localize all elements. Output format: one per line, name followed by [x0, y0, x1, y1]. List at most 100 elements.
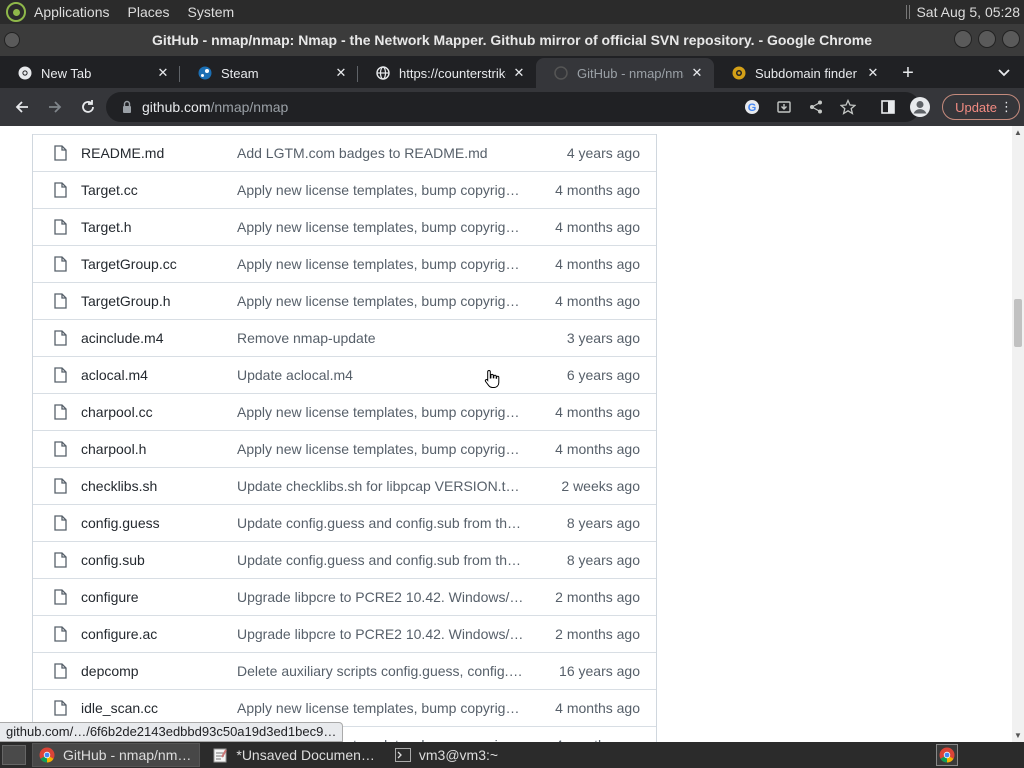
scroll-down-icon[interactable]: ▼: [1014, 731, 1022, 740]
tray-chrome-icon[interactable]: [936, 744, 958, 766]
commit-message-link[interactable]: Delete auxiliary scripts config.guess, c…: [237, 663, 527, 679]
scroll-up-icon[interactable]: ▲: [1014, 128, 1022, 137]
google-lens-icon[interactable]: G: [736, 92, 768, 122]
forward-button[interactable]: [39, 91, 71, 123]
commit-age: 8 years ago: [566, 552, 640, 568]
file-icon: [54, 256, 67, 272]
tab-new-tab[interactable]: New Tab ✕: [0, 58, 180, 88]
minimize-button[interactable]: [954, 30, 972, 48]
clock[interactable]: Sat Aug 5, 05:28: [916, 4, 1020, 20]
commit-message-link[interactable]: Apply new license templates, bump copyri…: [237, 293, 527, 309]
tab-search-button[interactable]: [984, 58, 1024, 88]
tab-close-icon[interactable]: ✕: [156, 65, 170, 81]
side-panel-icon[interactable]: [872, 92, 904, 122]
file-icon: [54, 367, 67, 383]
maximize-button[interactable]: [978, 30, 996, 48]
url-text[interactable]: github.com/nmap/nmap: [142, 99, 288, 115]
menu-applications[interactable]: Applications: [34, 4, 110, 20]
file-name-link[interactable]: configure: [81, 589, 237, 605]
github-icon: [554, 66, 568, 80]
close-window-button[interactable]: [1002, 30, 1020, 48]
file-name-link[interactable]: TargetGroup.cc: [81, 256, 237, 272]
commit-message-link[interactable]: Update config.guess and config.sub from …: [237, 552, 527, 568]
back-button[interactable]: [6, 91, 38, 123]
show-desktop-button[interactable]: [2, 745, 26, 765]
menu-places[interactable]: Places: [128, 4, 170, 20]
window-titlebar[interactable]: GitHub - nmap/nmap: Nmap - the Network M…: [0, 24, 1024, 56]
file-icon: [54, 145, 67, 161]
file-name-link[interactable]: checklibs.sh: [81, 478, 237, 494]
menu-system[interactable]: System: [188, 4, 235, 20]
commit-message-link[interactable]: Upgrade libpcre to PCRE2 10.42. Windows/…: [237, 589, 527, 605]
tab-subdomain-finder[interactable]: Subdomain finder - ✕: [714, 58, 890, 88]
file-name-link[interactable]: acinclude.m4: [81, 330, 237, 346]
mate-logo-icon[interactable]: [6, 2, 26, 22]
scrollbar-thumb[interactable]: [1014, 299, 1022, 347]
file-name-link[interactable]: configure.ac: [81, 626, 237, 642]
file-name-link[interactable]: config.sub: [81, 552, 237, 568]
taskbar-item-editor[interactable]: *Unsaved Documen…: [206, 743, 383, 767]
file-row: configure Upgrade libpcre to PCRE2 10.42.…: [33, 578, 656, 615]
file-name-link[interactable]: aclocal.m4: [81, 367, 237, 383]
commit-message-link[interactable]: Add LGTM.com badges to README.md: [237, 145, 527, 161]
commit-message-link[interactable]: Upgrade libpcre to PCRE2 10.42. Windows/…: [237, 626, 527, 642]
file-icon: [54, 330, 67, 346]
file-name-link[interactable]: idle_scan.cc: [81, 700, 237, 716]
file-name-link[interactable]: depcomp: [81, 663, 237, 679]
lock-icon[interactable]: [120, 100, 134, 114]
file-row: idle_scan.cc Apply new license templates,…: [33, 689, 656, 726]
page-scrollbar[interactable]: ▲ ▼: [1012, 126, 1024, 742]
commit-message-link[interactable]: Remove nmap-update: [237, 330, 527, 346]
reload-icon: [82, 100, 94, 113]
commit-message-link[interactable]: Apply new license templates, bump copyri…: [237, 219, 527, 235]
file-name-link[interactable]: TargetGroup.h: [81, 293, 237, 309]
file-name-link[interactable]: config.guess: [81, 515, 237, 531]
commit-message-link[interactable]: Apply new license templates, bump copyri…: [237, 404, 527, 420]
tab-label: Subdomain finder -: [755, 65, 860, 81]
tab-close-icon[interactable]: ✕: [690, 65, 704, 81]
commit-age: 2 months ago: [555, 626, 640, 642]
file-row: acinclude.m4 Remove nmap-update 3 years ag…: [33, 319, 656, 356]
update-button[interactable]: Update ⋮: [942, 94, 1020, 120]
commit-message-link[interactable]: Apply new license templates, bump copyri…: [237, 441, 527, 457]
profile-avatar-icon[interactable]: [904, 92, 936, 122]
hand-cursor-icon: [484, 369, 500, 388]
tab-close-icon[interactable]: ✕: [512, 65, 526, 81]
panel-separator: [906, 5, 911, 19]
more-menu-icon[interactable]: ⋮: [1000, 99, 1013, 115]
window-menu-button[interactable]: [4, 32, 20, 48]
tab-github-nmap[interactable]: GitHub - nmap/nmap ✕: [536, 58, 714, 88]
file-row: depcomp Delete auxiliary scripts config.g…: [33, 652, 656, 689]
arrow-left-icon: [15, 101, 28, 113]
file-name-link[interactable]: charpool.h: [81, 441, 237, 457]
share-icon[interactable]: [800, 92, 832, 122]
tab-counterstrike[interactable]: https://counterstrike ✕: [358, 58, 536, 88]
commit-message-link[interactable]: Update checklibs.sh for libpcap VERSION.…: [237, 478, 527, 494]
file-name-link[interactable]: README.md: [81, 145, 237, 161]
file-name-link[interactable]: Target.cc: [81, 182, 237, 198]
new-tab-button[interactable]: +: [890, 58, 926, 88]
file-row: TargetGroup.h Apply new license templates…: [33, 282, 656, 319]
tab-steam[interactable]: Steam ✕: [180, 58, 358, 88]
reload-button[interactable]: [72, 91, 104, 123]
bookmark-star-icon[interactable]: [832, 92, 864, 122]
file-list: README.md Add LGTM.com badges to README.m…: [32, 134, 657, 742]
file-icon: [54, 219, 67, 235]
file-name-link[interactable]: charpool.cc: [81, 404, 237, 420]
commit-message-link[interactable]: Apply new license templates, bump copyri…: [237, 256, 527, 272]
commit-message-link[interactable]: Apply new license templates, bump copyri…: [237, 182, 527, 198]
chrome-icon: [39, 747, 55, 763]
chrome-icon: [18, 66, 32, 80]
browser-toolbar: github.com/nmap/nmap G Update ⋮: [0, 88, 1024, 126]
tab-close-icon[interactable]: ✕: [334, 65, 348, 81]
commit-message-link[interactable]: Update config.guess and config.sub from …: [237, 515, 527, 531]
file-name-link[interactable]: Target.h: [81, 219, 237, 235]
file-icon: [54, 552, 67, 568]
tab-close-icon[interactable]: ✕: [866, 65, 880, 81]
commit-message-link[interactable]: Apply new license templates, bump copyri…: [237, 700, 527, 716]
taskbar-item-chrome[interactable]: GitHub - nmap/nm…: [32, 743, 201, 767]
install-app-icon[interactable]: [768, 92, 800, 122]
file-row: Target.cc Apply new license templates, bu…: [33, 171, 656, 208]
subdomain-icon: [732, 66, 746, 80]
taskbar-item-terminal[interactable]: vm3@vm3:~: [389, 743, 506, 767]
